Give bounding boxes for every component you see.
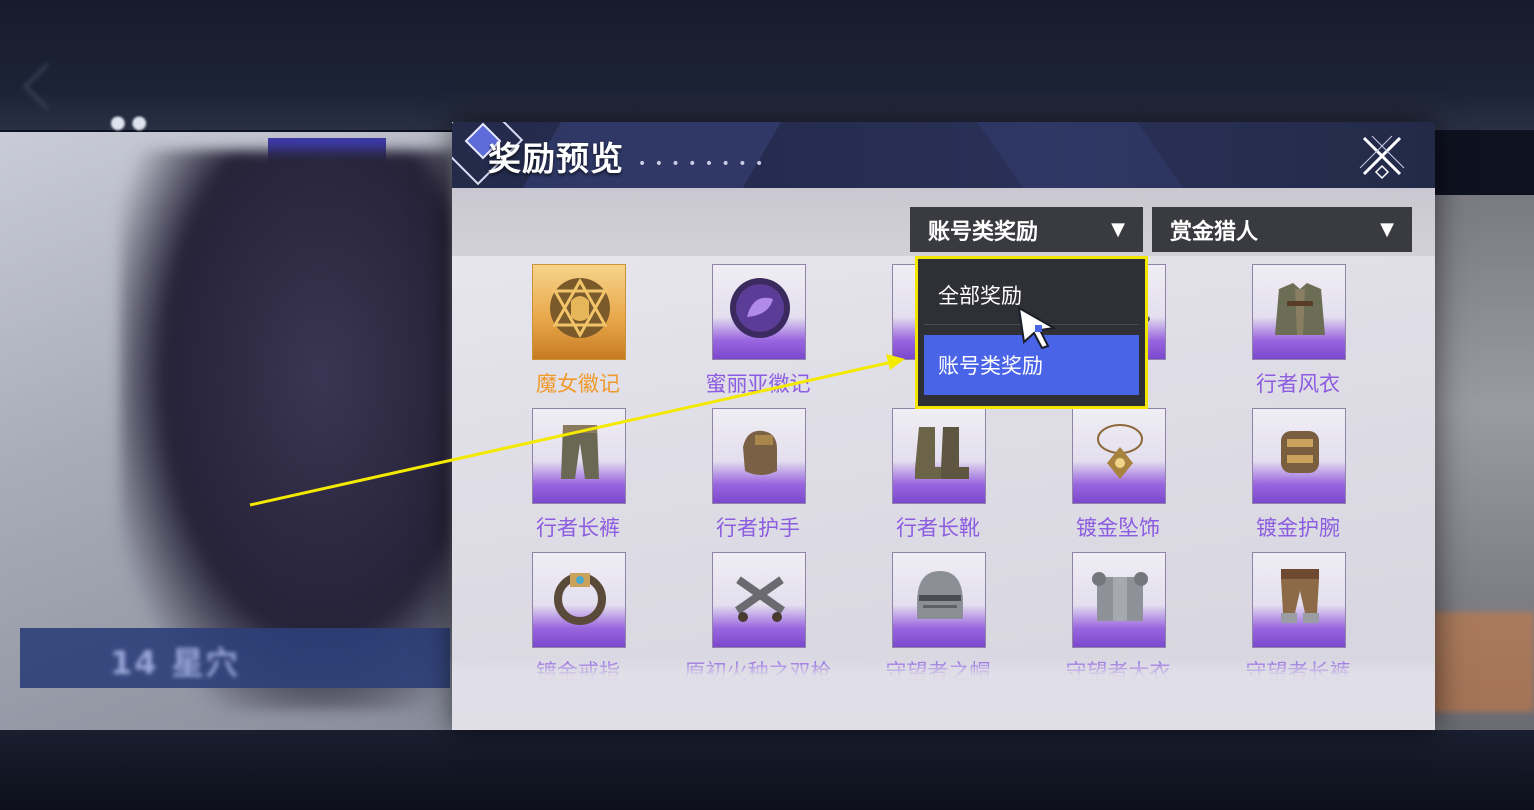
- bracer-icon: [1281, 431, 1319, 473]
- pants-icon: [561, 425, 599, 479]
- boots-icon: [915, 427, 969, 479]
- item-frame: [892, 552, 986, 648]
- reward-item[interactable]: 行者长靴: [863, 408, 986, 548]
- miria-badge-icon: [730, 278, 790, 338]
- background-character-figure: [120, 150, 455, 710]
- reward-preview-dialog: 奖励预览 • • • • • • • • 账号类奖励 ▼ 赏金猎人 ▼ 魔女徽记…: [452, 122, 1435, 730]
- grid-fade-overlay: [452, 658, 1435, 730]
- item-label: 行者长裤: [536, 516, 620, 540]
- item-label: 蜜丽亚徽记: [705, 372, 811, 396]
- item-frame: [712, 408, 806, 504]
- dual-guns-icon: [735, 576, 785, 622]
- reward-item[interactable]: 镀金坠饰: [1043, 408, 1166, 548]
- item-label: 行者护手: [716, 516, 800, 540]
- background-dots: ● ●: [110, 112, 148, 133]
- title-dots-decoration: • • • • • • • •: [638, 156, 766, 172]
- item-frame: [892, 408, 986, 504]
- reward-type-dropdown[interactable]: 账号类奖励 ▼: [910, 207, 1143, 252]
- plate-armor-icon: [1092, 572, 1148, 621]
- background-name-text: 14 星穴: [110, 644, 240, 682]
- item-frame: [1252, 408, 1346, 504]
- reward-item[interactable]: 行者风衣: [1223, 264, 1346, 404]
- item-label: 行者风衣: [1256, 372, 1340, 396]
- item-frame: [532, 552, 626, 648]
- item-label: 魔女徽记: [536, 372, 620, 396]
- reward-item[interactable]: 行者长裤: [503, 408, 626, 548]
- item-label: 镀金坠饰: [1076, 516, 1160, 540]
- close-button[interactable]: [1358, 132, 1406, 180]
- item-frame: [1252, 552, 1346, 648]
- item-frame: [532, 408, 626, 504]
- character-dropdown[interactable]: 赏金猎人 ▼: [1152, 207, 1412, 252]
- item-frame: [1252, 264, 1346, 360]
- close-x-icon: [1359, 135, 1405, 180]
- coat-icon: [1275, 283, 1325, 335]
- dialog-header: 奖励预览 • • • • • • • •: [452, 122, 1435, 188]
- background-top: [0, 0, 1534, 130]
- ring-icon: [554, 573, 606, 625]
- witch-badge-icon: [550, 277, 610, 339]
- item-frame: [712, 552, 806, 648]
- pendant-icon: [1097, 424, 1143, 479]
- reward-item[interactable]: 魔女徽记: [503, 264, 626, 404]
- header-decoration: [969, 122, 1215, 188]
- plate-legs-icon: [1281, 569, 1319, 623]
- dialog-title: 奖励预览: [488, 139, 624, 178]
- background-bottom: [0, 730, 1534, 810]
- dropdown-arrow-icon: ▼: [1380, 219, 1394, 240]
- dropdown-arrow-icon: ▼: [1111, 219, 1125, 240]
- item-frame: [532, 264, 626, 360]
- item-label: 镀金护腕: [1256, 516, 1340, 540]
- mouse-cursor-icon: [1017, 306, 1058, 350]
- item-frame: [1072, 408, 1166, 504]
- reward-type-selected: 账号类奖励: [928, 219, 1039, 245]
- gloves-icon: [743, 430, 777, 475]
- reward-item[interactable]: 镀金护腕: [1223, 408, 1346, 548]
- reward-item[interactable]: 蜜丽亚徽记: [683, 264, 811, 404]
- reward-item[interactable]: 行者护手: [683, 408, 806, 548]
- item-frame: [712, 264, 806, 360]
- item-label: 行者长靴: [896, 516, 980, 540]
- character-selected: 赏金猎人: [1170, 219, 1259, 245]
- item-frame: [1072, 552, 1166, 648]
- helmet-icon: [917, 571, 963, 619]
